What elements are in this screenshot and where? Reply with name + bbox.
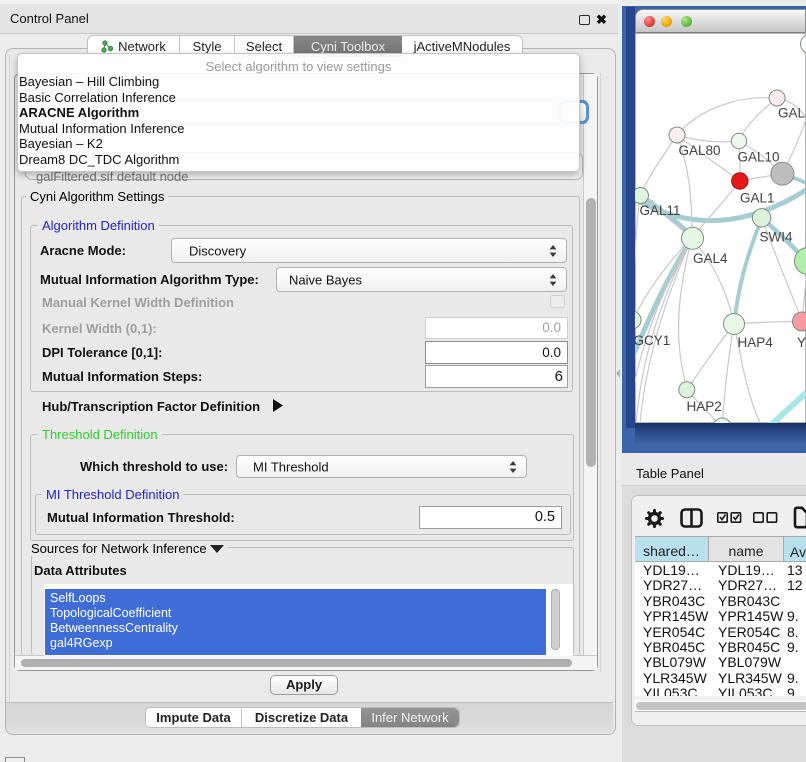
- svg-text:GAL: GAL: [778, 106, 806, 121]
- svg-text:GAL11: GAL11: [640, 203, 681, 218]
- svg-text:GAL4: GAL4: [693, 251, 728, 266]
- svg-text:Y: Y: [797, 335, 806, 350]
- svg-text:GAL1: GAL1: [740, 191, 775, 206]
- svg-text:GCY1: GCY1: [635, 333, 670, 348]
- svg-text:HAP4: HAP4: [738, 335, 774, 350]
- svg-text:GAL80: GAL80: [679, 143, 721, 158]
- svg-text:SWI4: SWI4: [760, 230, 793, 245]
- svg-text:GAL10: GAL10: [738, 150, 780, 165]
- svg-text:HAP2: HAP2: [687, 399, 722, 414]
